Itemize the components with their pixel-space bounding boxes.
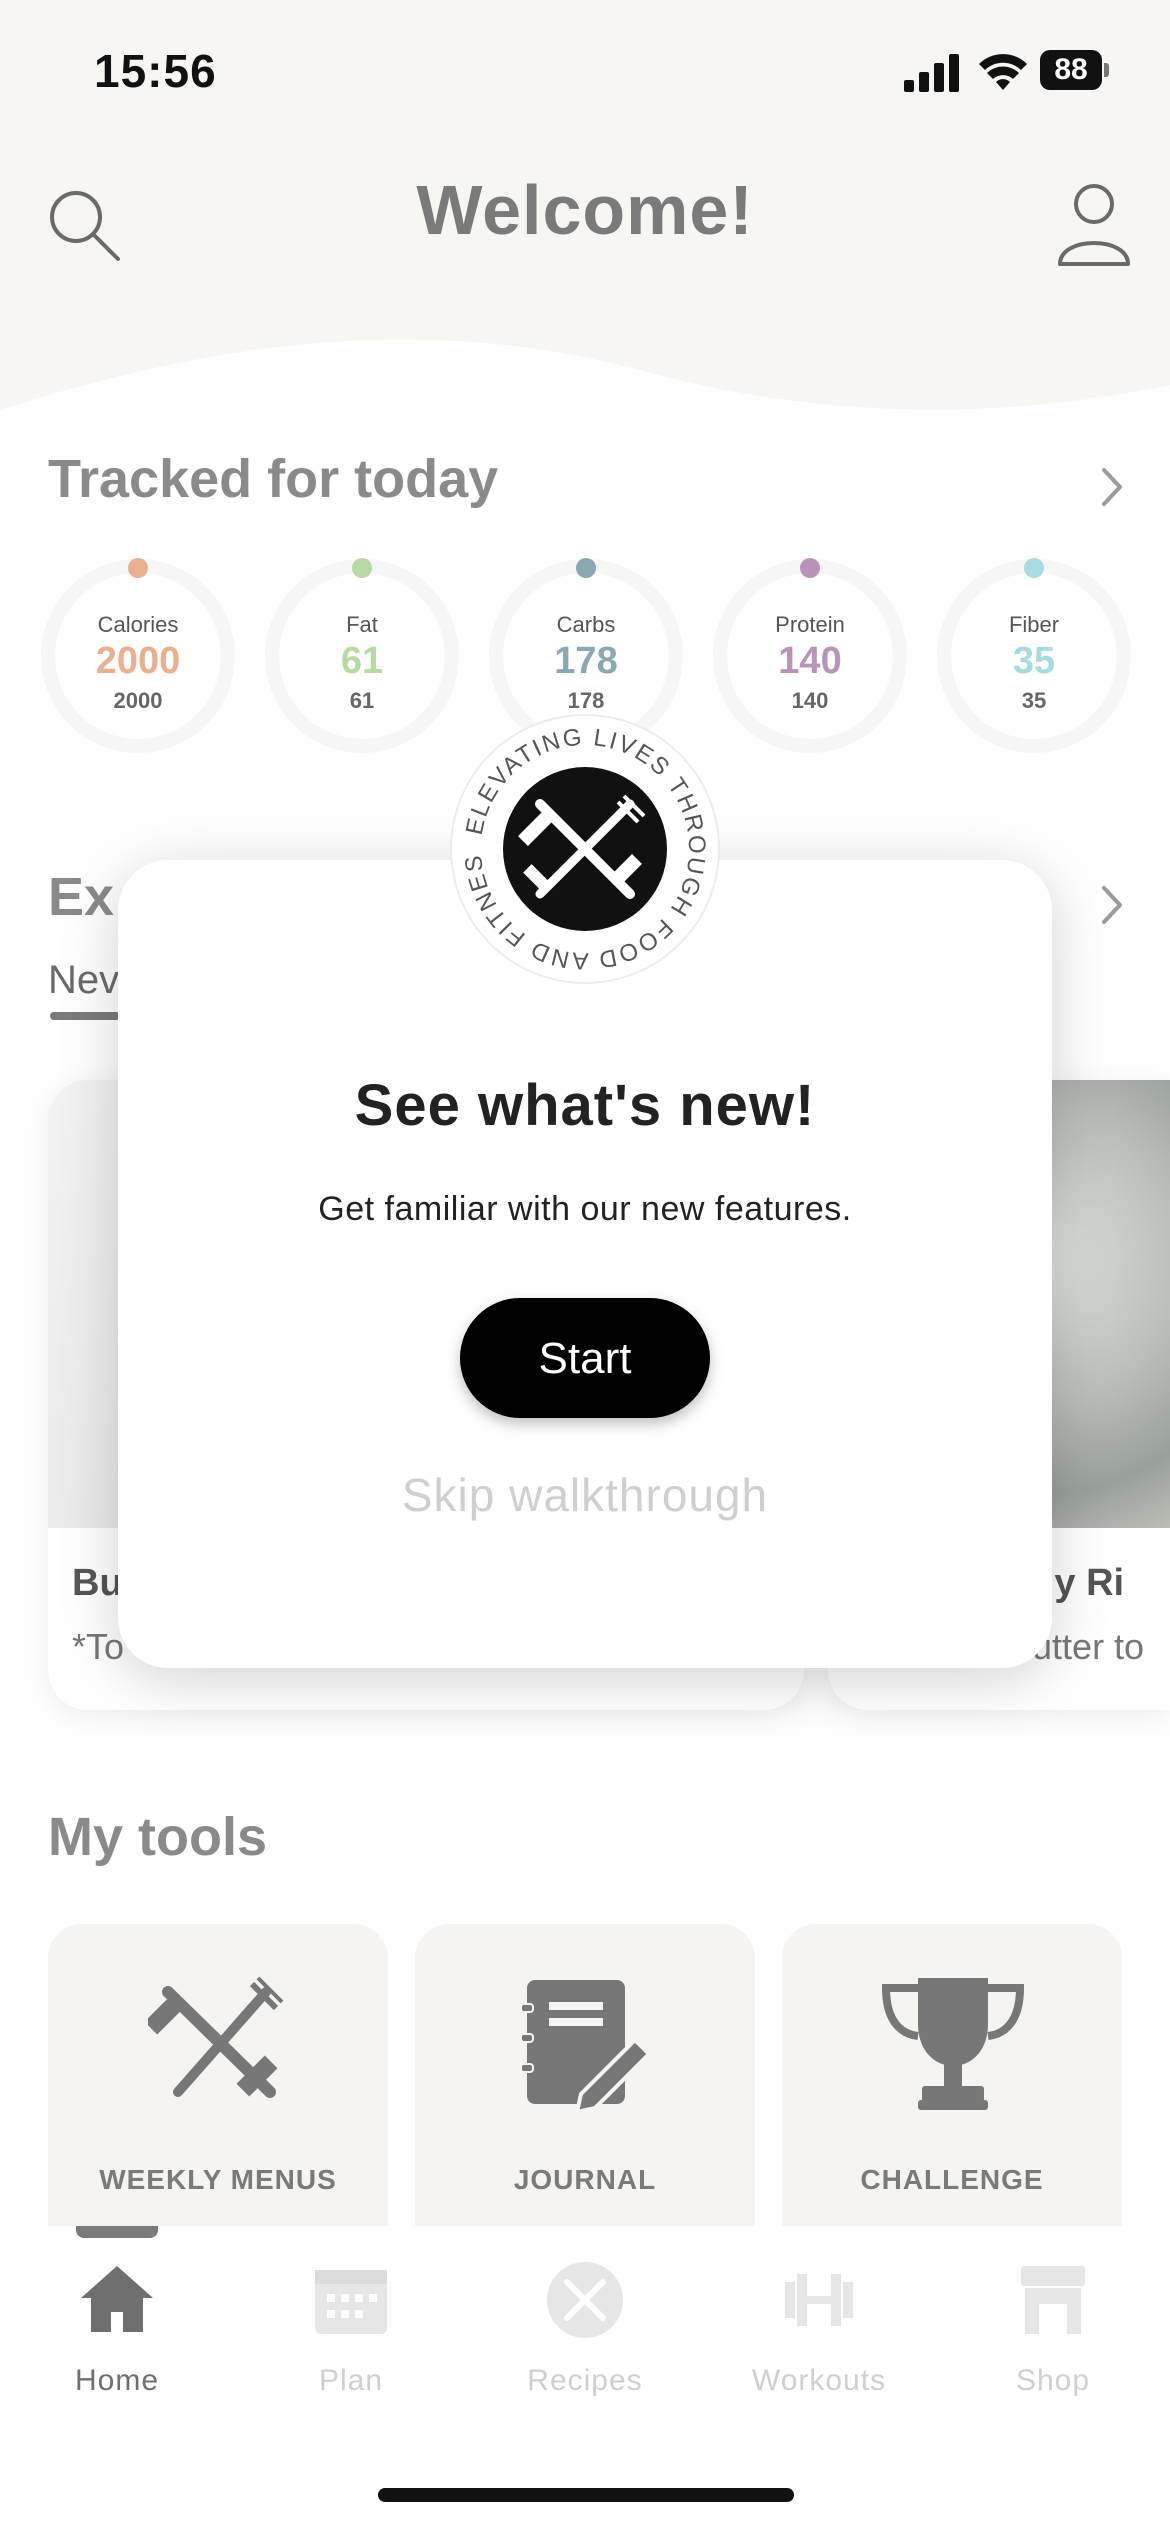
nav-label: Recipes (527, 2364, 643, 2397)
page-title: Welcome! (416, 171, 754, 249)
tracked-title: Tracked for today (48, 449, 499, 509)
nav-recipes[interactable]: Recipes (468, 2260, 702, 2400)
modal-title: See what's new! (354, 1073, 816, 1138)
modal-subtitle: Get familiar with our new features. (318, 1190, 852, 1228)
status-time: 15:56 (94, 45, 217, 97)
fork-dumbbell-icon (148, 1976, 284, 2098)
tool-label: JOURNAL (513, 2164, 657, 2195)
calendar-icon (315, 2270, 387, 2334)
ring-progress-dot (352, 558, 372, 578)
wifi-icon (979, 54, 1027, 90)
explore-title: Ex (48, 867, 115, 927)
ring-value: 61 (340, 640, 384, 682)
profile-icon[interactable] (1054, 180, 1134, 268)
home-indicator (378, 2488, 794, 2502)
ring-value: 178 (554, 640, 618, 682)
tool-journal[interactable]: JOURNAL (415, 1924, 755, 2234)
journal-icon (520, 1980, 652, 2114)
skip-walkthrough-link[interactable]: Skip walkthrough (118, 1468, 1052, 1522)
ring-value: 140 (778, 640, 842, 682)
signal-icon (904, 54, 959, 92)
recipe-title: Bu (72, 1562, 123, 1604)
tool-label: CHALLENGE (860, 2164, 1044, 2195)
macro-ring-fiber[interactable]: Fiber 35 35 (934, 556, 1134, 756)
ring-label: Protein (775, 612, 845, 637)
explore-chevron-icon[interactable] (1092, 880, 1132, 930)
ring-value: 35 (1012, 640, 1056, 682)
dumbbell-icon (785, 2274, 853, 2326)
nav-active-indicator (76, 2226, 158, 2238)
trophy-icon (881, 1978, 1025, 2110)
brand-logo: ELEVATING LIVES THROUGH FOOD AND FITNESS (448, 712, 720, 984)
ring-label: Carbs (556, 612, 616, 637)
tool-weekly-menus[interactable]: WEEKLY MENUS (48, 1924, 388, 2234)
battery-icon: 88 (1040, 50, 1112, 92)
ring-label: Fiber (1008, 612, 1060, 637)
recipe-subtitle: *To (72, 1626, 125, 1667)
ring-goal: 140 (791, 688, 829, 713)
ring-goal: 2000 (113, 688, 163, 713)
nav-home[interactable]: Home (0, 2260, 234, 2400)
nav-workouts[interactable]: Workouts (702, 2260, 936, 2400)
ring-progress-dot (128, 558, 148, 578)
ring-goal: 61 (349, 688, 375, 713)
ring-progress-dot (1024, 558, 1044, 578)
ring-goal: 35 (1021, 688, 1047, 713)
nav-plan[interactable]: Plan (234, 2260, 468, 2400)
nav-shop[interactable]: Shop (936, 2260, 1170, 2400)
ring-progress-dot (800, 558, 820, 578)
tool-label: WEEKLY MENUS (99, 2164, 337, 2195)
macro-ring-fat[interactable]: Fat 61 61 (262, 556, 462, 756)
nav-label: Home (74, 2364, 160, 2397)
macro-ring-calories[interactable]: Calories 2000 2000 (38, 556, 238, 756)
tools-title: My tools (48, 1807, 268, 1867)
macro-ring-protein[interactable]: Protein 140 140 (710, 556, 910, 756)
start-button[interactable]: Start (460, 1298, 710, 1418)
tab-underline (50, 1012, 120, 1020)
home-icon (81, 2266, 153, 2332)
ring-progress-dot (576, 558, 596, 578)
ring-value: 2000 (95, 640, 181, 682)
ring-label: Fat (346, 612, 378, 637)
nav-label: Shop (1015, 2364, 1091, 2397)
shop-icon (1021, 2266, 1085, 2334)
explore-tab-new[interactable]: Nev (48, 958, 119, 1003)
nav-label: Workouts (751, 2364, 887, 2397)
chevron-right-icon[interactable] (1092, 462, 1132, 512)
nav-label: Plan (318, 2364, 384, 2397)
recipes-icon (547, 2262, 623, 2338)
tool-challenge[interactable]: CHALLENGE (782, 1924, 1122, 2234)
battery-level: 88 (1040, 50, 1102, 90)
ring-label: Calories (97, 612, 179, 637)
ring-goal: 178 (567, 688, 605, 713)
